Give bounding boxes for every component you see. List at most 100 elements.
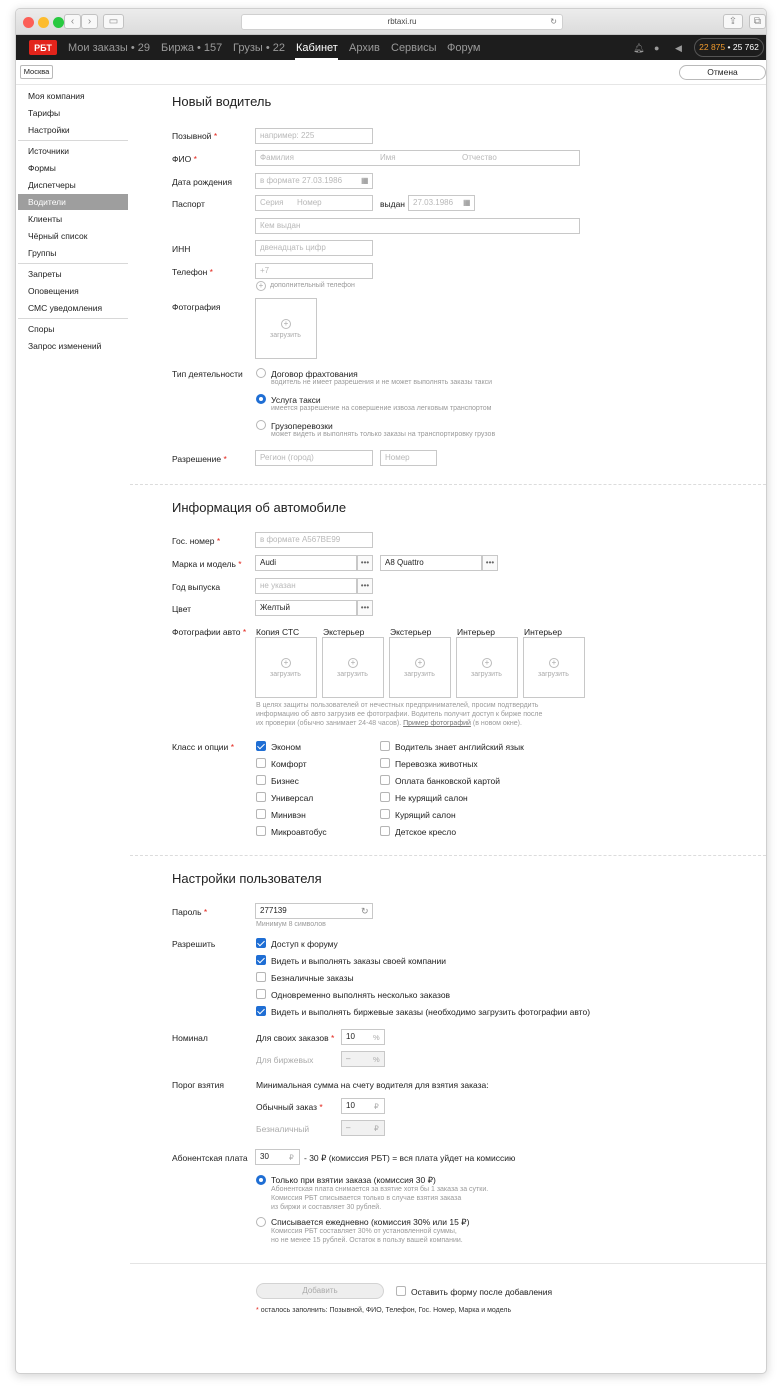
calendar-icon[interactable]: ▦ xyxy=(361,176,369,185)
nav-exchange[interactable]: Биржа • 157 xyxy=(161,42,222,54)
car-photo-interior-1-upload[interactable]: + загрузить xyxy=(456,637,518,698)
forward-icon[interactable]: › xyxy=(81,14,98,29)
issued-by-input[interactable]: Кем выдан xyxy=(255,218,580,234)
class-minivan-checkbox[interactable] xyxy=(256,809,266,819)
cancel-button[interactable]: Отмена xyxy=(679,65,766,80)
year-input[interactable]: не указан xyxy=(255,578,357,594)
option-card-checkbox[interactable] xyxy=(380,775,390,785)
class-minibus-checkbox[interactable] xyxy=(256,826,266,836)
back-icon[interactable]: ‹ xyxy=(64,14,81,29)
callsign-input[interactable]: например: 225 xyxy=(255,128,373,144)
fee-on-take-radio[interactable] xyxy=(256,1175,266,1185)
tabs-icon[interactable]: ⧉ xyxy=(749,14,766,29)
sidebar-item-settings[interactable]: Настройки xyxy=(18,122,128,138)
model-input[interactable]: A8 Quattro xyxy=(380,555,482,571)
sidebar-item-bans[interactable]: Запреты xyxy=(18,266,128,282)
car-photo-sts-upload[interactable]: + загрузить xyxy=(255,637,317,698)
activity-cargo-radio[interactable] xyxy=(256,420,266,430)
class-econom-checkbox[interactable] xyxy=(256,741,266,751)
dob-input[interactable]: в формате 27.03.1986 xyxy=(255,173,373,189)
nav-archive[interactable]: Архив xyxy=(349,42,380,54)
password-input[interactable]: 277139 xyxy=(255,903,373,919)
fee-label: Абонентская плата xyxy=(172,1153,248,1163)
regenerate-icon[interactable]: ↻ xyxy=(361,906,369,917)
allow-own-orders-checkbox[interactable] xyxy=(256,955,266,965)
passport-input[interactable]: Серия Номер xyxy=(255,195,373,211)
option-child-seat-checkbox[interactable] xyxy=(380,826,390,836)
zoom-window-icon[interactable] xyxy=(53,17,64,28)
option-nonsmoking-label: Не курящий салон xyxy=(395,793,468,803)
option-pets-checkbox[interactable] xyxy=(380,758,390,768)
calendar-icon[interactable]: ▦ xyxy=(463,198,471,207)
nav-my-orders[interactable]: Мои заказы • 29 xyxy=(68,42,150,54)
phone-input[interactable]: +7 xyxy=(255,263,373,279)
sidebar-item-groups[interactable]: Группы xyxy=(18,245,128,261)
permit-region-input[interactable]: Регион (город) xyxy=(255,450,373,466)
city-selector[interactable]: Москва xyxy=(20,65,53,79)
car-photo-exterior-2-upload[interactable]: + загрузить xyxy=(389,637,451,698)
car-photo-interior-2-upload[interactable]: + загрузить xyxy=(523,637,585,698)
reload-icon[interactable]: ↻ xyxy=(550,15,557,29)
sidebar-toggle-icon[interactable]: ▭ xyxy=(103,14,124,29)
class-universal-checkbox[interactable] xyxy=(256,792,266,802)
sidebar-item-clients[interactable]: Клиенты xyxy=(18,211,128,227)
close-window-icon[interactable] xyxy=(23,17,34,28)
keep-form-checkbox[interactable] xyxy=(396,1286,406,1296)
sidebar-item-sms[interactable]: СМС уведомления xyxy=(18,300,128,316)
add-phone-link[interactable]: дополнительный телефон xyxy=(270,282,355,289)
sidebar-item-dispatchers[interactable]: Диспетчеры xyxy=(18,177,128,193)
activity-charter-radio[interactable] xyxy=(256,368,266,378)
share-icon[interactable]: ⇪ xyxy=(723,14,743,29)
color-input[interactable]: Желтый xyxy=(255,600,357,616)
nav-cargo[interactable]: Грузы • 22 xyxy=(233,42,285,54)
year-more-icon[interactable]: ••• xyxy=(357,578,373,594)
sidebar-item-forms[interactable]: Формы xyxy=(18,160,128,176)
sidebar-item-tariffs[interactable]: Тарифы xyxy=(18,105,128,121)
sidebar-item-company[interactable]: Моя компания xyxy=(18,88,128,104)
nav-services[interactable]: Сервисы xyxy=(391,42,437,54)
add-button[interactable]: Добавить xyxy=(256,1283,384,1299)
allow-forum-checkbox[interactable] xyxy=(256,938,266,948)
section-divider xyxy=(130,1263,766,1264)
color-more-icon[interactable]: ••• xyxy=(357,600,373,616)
sidebar-item-change-requests[interactable]: Запрос изменений xyxy=(18,338,128,354)
photo-example-link[interactable]: Пример фотографий xyxy=(403,720,471,727)
add-phone-icon[interactable]: + xyxy=(256,281,266,291)
permit-number-input[interactable]: Номер xyxy=(380,450,437,466)
option-smoking-checkbox[interactable] xyxy=(380,809,390,819)
nav-forum[interactable]: Форум xyxy=(447,42,480,54)
upload-label: загрузить xyxy=(270,332,301,339)
logo[interactable]: РБТ xyxy=(29,40,57,55)
balance-badge[interactable]: 22 875 • 25 762 xyxy=(694,38,764,57)
option-nonsmoking-checkbox[interactable] xyxy=(380,792,390,802)
inn-input[interactable]: двенадцать цифр xyxy=(255,240,373,256)
minimize-window-icon[interactable] xyxy=(38,17,49,28)
allow-cashless-checkbox[interactable] xyxy=(256,972,266,982)
sidebar-item-disputes[interactable]: Споры xyxy=(18,321,128,337)
car-photo-exterior-1-upload[interactable]: + загрузить xyxy=(322,637,384,698)
allow-multiple-checkbox[interactable] xyxy=(256,989,266,999)
nav-cabinet[interactable]: Кабинет xyxy=(296,42,338,54)
sidebar-item-blacklist[interactable]: Чёрный список xyxy=(18,228,128,244)
plate-input[interactable]: в формате А567ВЕ99 xyxy=(255,532,373,548)
sound-icon[interactable]: ◀︎ xyxy=(675,43,682,54)
class-comfort-checkbox[interactable] xyxy=(256,758,266,768)
sidebar-item-sources[interactable]: Источники xyxy=(18,143,128,159)
activity-taxi-radio[interactable] xyxy=(256,394,266,404)
address-bar[interactable]: rbtaxi.ru ↻ xyxy=(241,14,563,30)
fio-input[interactable]: Фамилия Имя Отчество xyxy=(255,150,580,166)
allow-exchange-checkbox[interactable] xyxy=(256,1006,266,1016)
make-input[interactable]: Audi xyxy=(255,555,357,571)
class-business-checkbox[interactable] xyxy=(256,775,266,785)
driver-photo-upload[interactable]: + загрузить xyxy=(255,298,317,359)
option-english-checkbox[interactable] xyxy=(380,741,390,751)
sidebar-item-drivers[interactable]: Водители xyxy=(18,194,128,210)
chat-icon[interactable]: ● xyxy=(654,43,659,53)
model-more-icon[interactable]: ••• xyxy=(482,555,498,571)
bell-icon[interactable]: 🔔︎ xyxy=(633,43,644,54)
upload-label: загрузить xyxy=(337,671,368,678)
fee-daily-radio[interactable] xyxy=(256,1217,266,1227)
sidebar-item-notifications[interactable]: Оповещения xyxy=(18,283,128,299)
class-comfort-label: Комфорт xyxy=(271,759,307,769)
make-more-icon[interactable]: ••• xyxy=(357,555,373,571)
